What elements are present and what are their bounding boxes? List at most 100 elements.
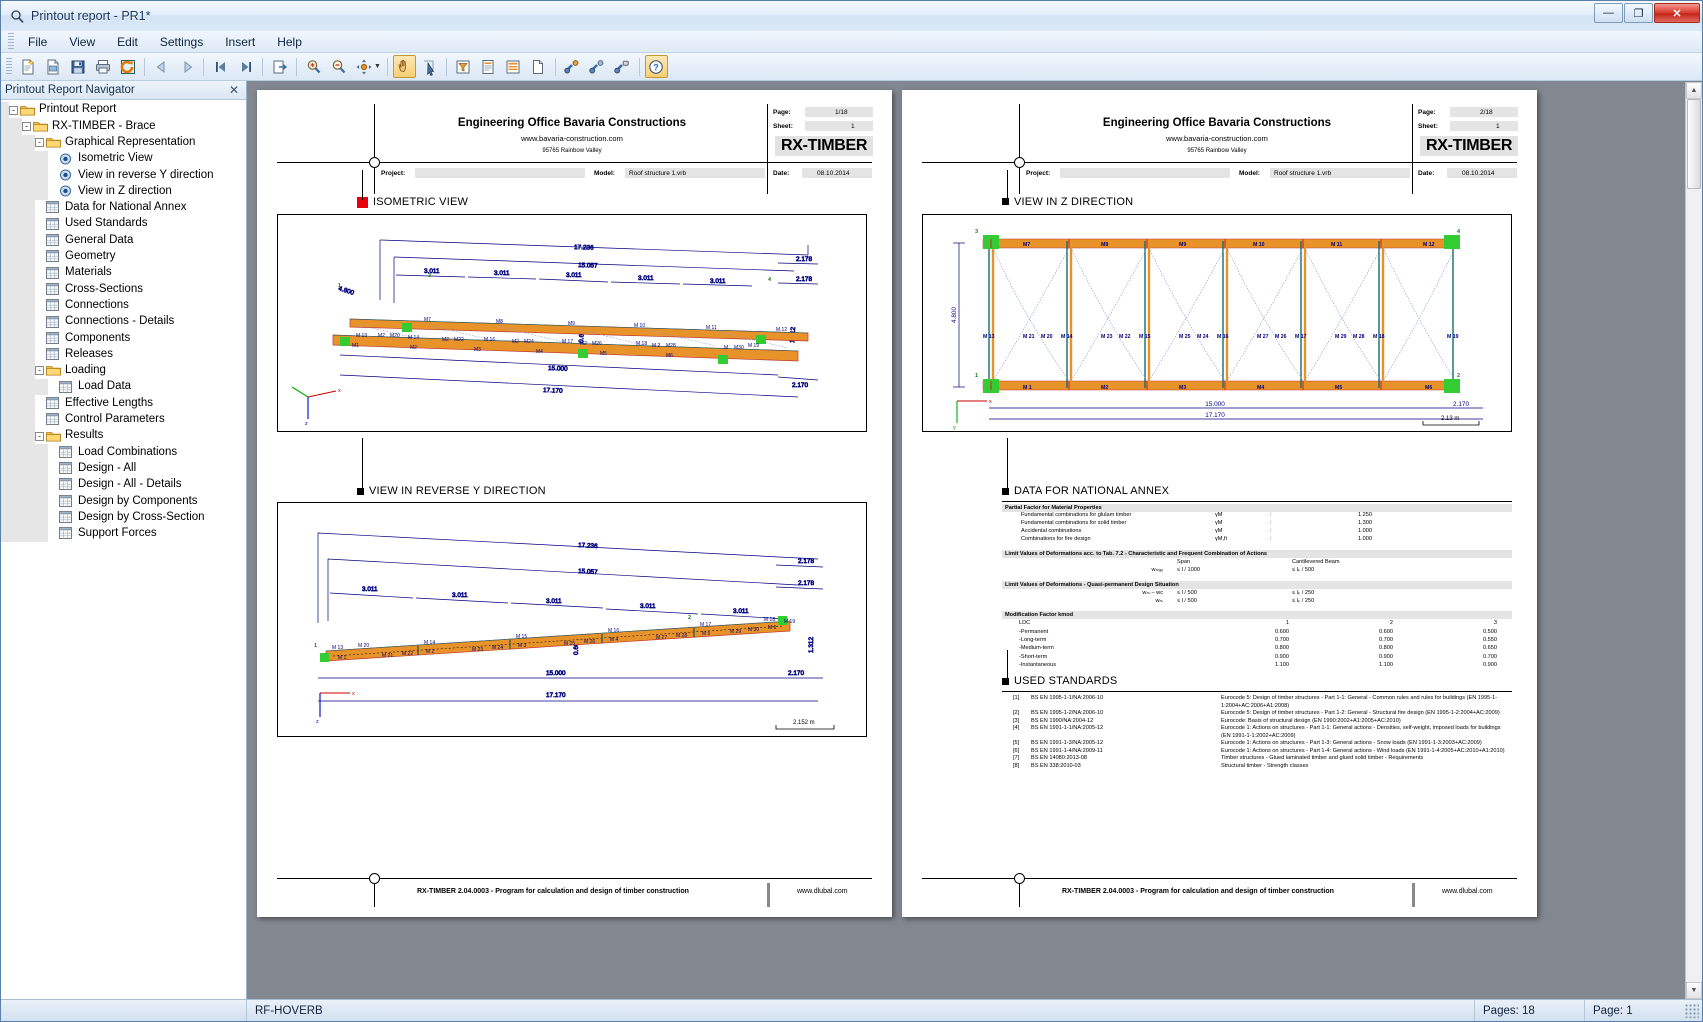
minimize-button[interactable]: — [1594, 3, 1623, 23]
new-report-icon[interactable] [16, 55, 39, 78]
tree-expander-icon[interactable]: - [9, 105, 18, 115]
svg-text:3.011: 3.011 [640, 603, 656, 610]
help-icon[interactable]: ? [644, 55, 668, 78]
page-properties-icon[interactable] [477, 55, 500, 78]
chevron-down-icon[interactable]: ▼ [374, 63, 381, 70]
tree-item-isometric-view[interactable]: Isometric View [1, 150, 246, 168]
document-preview-area[interactable]: Engineering Office Bavaria Constructions… [247, 81, 1702, 999]
tree-item-view-in-reverse-y-direction[interactable]: View in reverse Y direction [1, 167, 246, 184]
toolbar-grip[interactable] [6, 57, 12, 76]
last-page-icon[interactable] [234, 55, 257, 78]
tree-indent-guide [27, 199, 35, 217]
scroll-thumb[interactable] [1687, 99, 1701, 189]
tree-indent-guide [1, 297, 14, 314]
export-icon[interactable] [268, 55, 291, 78]
open-report-icon[interactable] [41, 55, 64, 78]
reverse-y-view-drawing[interactable]: 17.236 15.057 3.011 3.011 3.011 3.011 3.… [277, 502, 867, 737]
menu-view[interactable]: View [58, 31, 106, 53]
tree-item-view-in-z-direction[interactable]: View in Z direction [1, 183, 246, 200]
tree-item-design-by-components[interactable]: Design by Components [1, 493, 246, 510]
link-edit-icon[interactable] [586, 55, 609, 78]
tree-item-geometry[interactable]: Geometry [1, 248, 246, 265]
filter-icon[interactable] [452, 55, 475, 78]
tree-item-general-data[interactable]: General Data [1, 232, 246, 249]
tree-item-data-for-national-annex[interactable]: Data for National Annex [1, 199, 246, 217]
row-value-2: 0.900 [1379, 653, 1393, 660]
report-page-2[interactable]: Engineering Office Bavaria Constructions… [902, 90, 1537, 917]
tree-item-design-all-details[interactable]: Design - All - Details [1, 476, 246, 494]
tree-item-loading[interactable]: - Loading [1, 362, 246, 380]
resize-grip-icon[interactable] [1685, 1003, 1699, 1018]
tree-item-rx-timber-brace[interactable]: - RX-TIMBER - Brace [1, 118, 246, 135]
svg-text:M22: M22 [454, 337, 464, 343]
close-icon[interactable]: ✕ [226, 83, 242, 97]
menu-edit[interactable]: Edit [106, 31, 149, 53]
close-button[interactable]: ✕ [1654, 3, 1700, 23]
scroll-down-button[interactable]: ▼ [1686, 982, 1702, 999]
tree-item-label: View in Z direction [78, 184, 172, 197]
tree-item-design-all[interactable]: Design - All [1, 460, 246, 477]
refresh-icon[interactable] [116, 55, 139, 78]
tree-item-cross-sections[interactable]: Cross-Sections [1, 281, 246, 298]
tree-indent-guide [14, 281, 27, 298]
tree-item-connections-details[interactable]: Connections - Details [1, 313, 246, 331]
tree-item-load-data[interactable]: Load Data [1, 379, 246, 396]
menu-help[interactable]: Help [266, 31, 313, 53]
blank-page-icon[interactable] [527, 55, 550, 78]
scroll-up-button[interactable]: ▲ [1686, 82, 1702, 99]
svg-text:2.178: 2.178 [796, 256, 812, 263]
zoom-out-icon[interactable] [327, 55, 350, 78]
hand-tool-icon[interactable] [392, 55, 416, 78]
menu-file[interactable]: File [17, 31, 58, 53]
tree-item-graphical-representation[interactable]: - Graphical Representation [1, 134, 246, 151]
tree-expander-icon[interactable]: - [22, 121, 31, 131]
tree-item-support-forces[interactable]: Support Forces [1, 525, 246, 543]
link-add-icon[interactable] [561, 55, 584, 78]
tree-item-design-by-cross-section[interactable]: Design by Cross-Section [1, 509, 246, 526]
svg-text:2: 2 [688, 615, 691, 621]
row-value-1: 0.600 [1275, 628, 1289, 635]
zoom-in-icon[interactable] [302, 55, 325, 78]
scroll-track[interactable] [1686, 189, 1702, 982]
isometric-view-drawing[interactable]: 17.236 15.057 3.011 3.011 3.011 3.011 3.… [277, 214, 867, 432]
tree-item-load-combinations[interactable]: Load Combinations [1, 444, 246, 461]
section-connector [1007, 438, 1009, 488]
menu-insert[interactable]: Insert [214, 31, 266, 53]
report-page-1[interactable]: Engineering Office Bavaria Constructions… [257, 90, 892, 917]
next-page-icon[interactable] [175, 55, 198, 78]
previous-page-icon[interactable] [150, 55, 173, 78]
toolbar-separator [554, 57, 556, 76]
tree-item-results[interactable]: - Results [1, 427, 246, 445]
tree-item-components[interactable]: Components [1, 330, 246, 347]
tree-item-label: Loading [65, 364, 106, 377]
z-direction-view-drawing[interactable]: M7 M8 M9 M 10 M 11 M 12 M 1 M2 M3 M4 M5 M6 M 13 M… [922, 214, 1512, 432]
link-lock-icon[interactable] [611, 55, 634, 78]
tree-expander-icon[interactable]: - [35, 431, 44, 441]
menu-settings[interactable]: Settings [149, 31, 214, 53]
print-icon[interactable] [91, 55, 114, 78]
pan-fit-icon[interactable] [352, 55, 375, 78]
svg-text:M 26: M 26 [1275, 334, 1287, 340]
tree-item-connections[interactable]: Connections [1, 297, 246, 314]
row-value: 1.000 [1358, 527, 1372, 534]
svg-text:M 22: M 22 [1119, 334, 1131, 340]
tree-item-materials[interactable]: Materials [1, 264, 246, 282]
select-tool-icon[interactable] [418, 55, 441, 78]
tree-expander-icon[interactable]: - [35, 366, 44, 376]
tree-item-printout-report[interactable]: - Printout Report [1, 102, 246, 119]
tree-item-effective-lengths[interactable]: Effective Lengths [1, 395, 246, 412]
tree-item-releases[interactable]: Releases [1, 346, 246, 363]
first-page-icon[interactable] [209, 55, 232, 78]
tree-indent-guide [40, 509, 48, 526]
vertical-scrollbar[interactable]: ▲ ▼ [1685, 82, 1702, 999]
tree-expander-icon[interactable]: - [35, 138, 44, 148]
save-icon[interactable] [66, 55, 89, 78]
page-layout-icon[interactable] [502, 55, 525, 78]
tree-item-control-parameters[interactable]: Control Parameters [1, 411, 246, 428]
tree-item-used-standards[interactable]: Used Standards [1, 216, 246, 233]
na-group2-title: Limit Values of Deformations acc. to Tab… [1002, 549, 1512, 558]
navigator-tree[interactable]: - Printout Report - RX-TIMBER - Brace - Graph… [1, 100, 246, 999]
table-icon [59, 445, 74, 459]
maximize-button[interactable]: ❐ [1624, 3, 1653, 23]
tree-indent-guide [27, 232, 35, 249]
